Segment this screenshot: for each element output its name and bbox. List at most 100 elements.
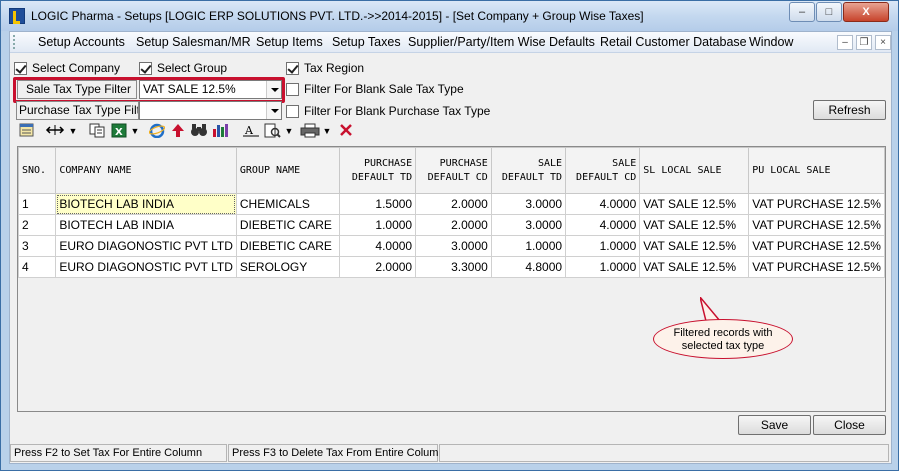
- cell-sale-default-td[interactable]: 3.0000: [490, 193, 567, 215]
- blank-sale-tax-label: Filter For Blank Sale Tax Type: [304, 82, 464, 96]
- select-group-label: Select Group: [157, 61, 228, 75]
- toolbar: ▼ X ▼ A ▼ ▼: [14, 121, 374, 143]
- report-icon[interactable]: [18, 123, 34, 140]
- checkbox-icon: [286, 82, 299, 96]
- tax-region-label: Tax Region: [304, 61, 365, 75]
- printer-icon[interactable]: [300, 123, 320, 140]
- menu-setup-items[interactable]: Setup Items: [256, 35, 323, 49]
- menu-supplier-defaults[interactable]: Supplier/Party/Item Wise Defaults: [408, 35, 595, 49]
- excel-icon[interactable]: X: [110, 123, 128, 140]
- save-button[interactable]: Save: [738, 415, 811, 435]
- table-row[interactable]: 4 EURO DIAGONOSTIC PVT LTD SEROLOGY 2.00…: [18, 256, 885, 278]
- menu-setup-accounts[interactable]: Setup Accounts: [38, 35, 125, 49]
- column-header-sale-default-td[interactable]: SALE DEFAULT TD: [490, 147, 567, 194]
- menu-window[interactable]: Window: [749, 35, 793, 49]
- cell-purchase-default-td[interactable]: 1.0000: [339, 214, 417, 236]
- menu-setup-salesman[interactable]: Setup Salesman/MR: [136, 35, 251, 49]
- font-icon[interactable]: A: [242, 123, 260, 140]
- cell-purchase-default-cd[interactable]: 3.0000: [415, 235, 492, 257]
- cell-company-name[interactable]: EURO DIAGONOSTIC PVT LTD: [55, 256, 237, 278]
- cell-purchase-default-td[interactable]: 2.0000: [339, 256, 417, 278]
- cell-sno[interactable]: 2: [18, 214, 57, 236]
- bar-chart-icon[interactable]: [212, 123, 230, 140]
- column-header-sale-default-cd[interactable]: SALE DEFAULT CD: [565, 147, 641, 194]
- cell-company-name[interactable]: BIOTECH LAB INDIA: [55, 193, 237, 215]
- cell-sale-default-cd[interactable]: 1.0000: [565, 256, 641, 278]
- cell-purchase-default-cd[interactable]: 3.3000: [415, 256, 492, 278]
- menu-setup-taxes[interactable]: Setup Taxes: [332, 35, 401, 49]
- cell-purchase-default-cd[interactable]: 2.0000: [415, 214, 492, 236]
- column-header-sl-local-sale[interactable]: SL LOCAL SALE: [639, 147, 750, 194]
- column-header-purchase-default-td[interactable]: PURCHASE DEFAULT TD: [339, 147, 417, 194]
- mdi-minimize-button[interactable]: –: [837, 35, 853, 50]
- menu-bar: Setup Accounts Setup Salesman/MR Setup I…: [10, 32, 891, 53]
- child-window: Setup Accounts Setup Salesman/MR Setup I…: [9, 31, 892, 464]
- cell-sale-default-cd[interactable]: 4.0000: [565, 193, 641, 215]
- close-window-button[interactable]: X: [843, 2, 889, 22]
- mdi-close-button[interactable]: ×: [875, 35, 891, 50]
- purchase-tax-type-combo[interactable]: [139, 101, 282, 120]
- maximize-button[interactable]: □: [816, 2, 842, 22]
- cell-pu-local-sale[interactable]: VAT PURCHASE 12.5%: [748, 235, 885, 257]
- internet-explorer-icon[interactable]: [148, 123, 166, 140]
- purchase-tax-type-label: Purchase Tax Type Filter: [16, 101, 139, 120]
- title-bar[interactable]: LOGIC Pharma - Setups [LOGIC ERP SOLUTIO…: [1, 1, 898, 31]
- cell-group-name[interactable]: DIEBETIC CARE: [235, 214, 341, 236]
- minimize-button[interactable]: –: [789, 2, 815, 22]
- column-width-dropdown-icon[interactable]: ▼: [68, 123, 78, 140]
- cell-purchase-default-cd[interactable]: 2.0000: [415, 193, 492, 215]
- print-preview-icon[interactable]: [264, 123, 282, 140]
- excel-dropdown-icon[interactable]: ▼: [130, 123, 140, 140]
- main-window: LOGIC Pharma - Setups [LOGIC ERP SOLUTIO…: [0, 0, 899, 471]
- cell-sno[interactable]: 1: [18, 193, 57, 215]
- blank-purchase-tax-checkbox[interactable]: Filter For Blank Purchase Tax Type: [286, 104, 490, 118]
- cell-sno[interactable]: 4: [18, 256, 57, 278]
- binoculars-icon[interactable]: [190, 123, 208, 140]
- cell-sl-local-sale[interactable]: VAT SALE 12.5%: [639, 256, 750, 278]
- cell-pu-local-sale[interactable]: VAT PURCHASE 12.5%: [748, 256, 885, 278]
- delete-icon[interactable]: [338, 123, 354, 140]
- print-preview-dropdown-icon[interactable]: ▼: [284, 123, 294, 140]
- select-group-checkbox[interactable]: Select Group: [139, 61, 227, 75]
- column-width-icon[interactable]: [44, 123, 66, 140]
- table-row[interactable]: 3 EURO DIAGONOSTIC PVT LTD DIEBETIC CARE…: [18, 235, 885, 257]
- cell-group-name[interactable]: CHEMICALS: [235, 193, 341, 215]
- refresh-button[interactable]: Refresh: [813, 100, 886, 120]
- cell-pu-local-sale[interactable]: VAT PURCHASE 12.5%: [748, 214, 885, 236]
- up-arrow-icon[interactable]: [170, 123, 186, 140]
- table-row[interactable]: 1 BIOTECH LAB INDIA CHEMICALS 1.5000 2.0…: [18, 193, 885, 215]
- table-row[interactable]: 2 BIOTECH LAB INDIA DIEBETIC CARE 1.0000…: [18, 214, 885, 236]
- cell-sale-default-td[interactable]: 3.0000: [490, 214, 567, 236]
- cell-company-name[interactable]: BIOTECH LAB INDIA: [55, 214, 237, 236]
- column-header-purchase-default-cd[interactable]: PURCHASE DEFAULT CD: [415, 147, 492, 194]
- cell-sale-default-cd[interactable]: 4.0000: [565, 214, 641, 236]
- chevron-down-icon[interactable]: [266, 102, 281, 119]
- cell-sl-local-sale[interactable]: VAT SALE 12.5%: [639, 235, 750, 257]
- cell-company-name[interactable]: EURO DIAGONOSTIC PVT LTD: [55, 235, 237, 257]
- close-button[interactable]: Close: [813, 415, 886, 435]
- column-header-pu-local-sale[interactable]: PU LOCAL SALE: [748, 147, 885, 194]
- cell-pu-local-sale[interactable]: VAT PURCHASE 12.5%: [748, 193, 885, 215]
- column-header-sno[interactable]: SNO.: [18, 147, 57, 194]
- printer-dropdown-icon[interactable]: ▼: [322, 123, 332, 140]
- blank-sale-tax-checkbox[interactable]: Filter For Blank Sale Tax Type: [286, 82, 464, 96]
- cell-sale-default-td[interactable]: 1.0000: [490, 235, 567, 257]
- column-header-company-name[interactable]: COMPANY NAME: [55, 147, 237, 194]
- cell-sl-local-sale[interactable]: VAT SALE 12.5%: [639, 193, 750, 215]
- cell-group-name[interactable]: SEROLOGY: [235, 256, 341, 278]
- cell-purchase-default-td[interactable]: 4.0000: [339, 235, 417, 257]
- copy-icon[interactable]: [88, 123, 106, 140]
- callout-text: Filtered records with selected tax type: [673, 327, 773, 352]
- cell-sno[interactable]: 3: [18, 235, 57, 257]
- mdi-restore-button[interactable]: ❐: [856, 35, 872, 50]
- cell-purchase-default-td[interactable]: 1.5000: [339, 193, 417, 215]
- highlight-frame: [13, 77, 285, 103]
- cell-sale-default-cd[interactable]: 1.0000: [565, 235, 641, 257]
- cell-sale-default-td[interactable]: 4.8000: [490, 256, 567, 278]
- menu-retail-customer[interactable]: Retail Customer Database: [600, 35, 747, 49]
- column-header-group-name[interactable]: GROUP NAME: [235, 147, 341, 194]
- tax-region-checkbox[interactable]: Tax Region: [286, 61, 364, 75]
- cell-group-name[interactable]: DIEBETIC CARE: [235, 235, 341, 257]
- select-company-checkbox[interactable]: Select Company: [14, 61, 120, 75]
- cell-sl-local-sale[interactable]: VAT SALE 12.5%: [639, 214, 750, 236]
